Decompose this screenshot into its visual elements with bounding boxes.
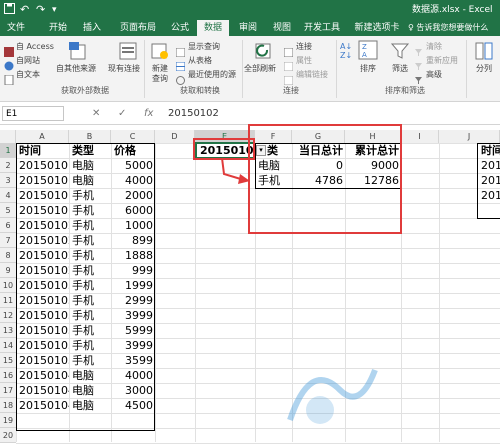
new-query-icon[interactable] bbox=[150, 41, 170, 65]
tab-developer[interactable]: 开发工具 bbox=[302, 20, 342, 36]
connections-button[interactable]: 连接 bbox=[296, 42, 312, 52]
row-header[interactable]: 20 bbox=[0, 428, 16, 443]
text-to-columns-icon[interactable] bbox=[474, 41, 494, 65]
tab-home[interactable]: 开始 bbox=[44, 20, 72, 36]
ribbon-separator bbox=[336, 40, 337, 98]
row-header[interactable]: 12 bbox=[0, 308, 16, 323]
text-to-columns-button[interactable]: 分列 bbox=[476, 64, 492, 74]
row-header[interactable]: 14 bbox=[0, 338, 16, 353]
customize-qa-icon[interactable]: ▾ bbox=[52, 3, 57, 17]
text-icon[interactable] bbox=[4, 70, 14, 89]
tab-file[interactable]: 文件 bbox=[2, 20, 30, 36]
j-table-border bbox=[477, 143, 500, 219]
tab-insert[interactable]: 插入 bbox=[78, 20, 106, 36]
row-header[interactable]: 10 bbox=[0, 278, 16, 293]
svg-text:Z: Z bbox=[362, 43, 367, 51]
from-access-button[interactable]: 自 Access bbox=[16, 42, 54, 52]
group-sort-filter: 排序和筛选 bbox=[385, 86, 425, 95]
formula-input[interactable]: 20150102 bbox=[168, 107, 219, 121]
group-get-external-data: 获取外部数据 bbox=[61, 86, 109, 95]
undo-icon[interactable]: ↶ bbox=[20, 3, 29, 17]
red-arrow-icon bbox=[221, 157, 250, 184]
column-header-i[interactable]: I bbox=[401, 130, 439, 143]
properties-button[interactable]: 属性 bbox=[296, 56, 312, 66]
redo-icon[interactable]: ↷ bbox=[36, 3, 45, 17]
row-header[interactable]: 2 bbox=[0, 158, 16, 173]
enter-icon[interactable]: ✓ bbox=[118, 107, 126, 121]
filter-button[interactable]: 筛选 bbox=[392, 64, 408, 74]
select-all-corner[interactable] bbox=[0, 130, 16, 143]
ribbon-separator bbox=[144, 40, 145, 98]
edit-links-button[interactable]: 编辑链接 bbox=[296, 70, 328, 80]
row-header[interactable]: 5 bbox=[0, 203, 16, 218]
refresh-all-button[interactable]: 全部刷新 bbox=[244, 64, 276, 74]
fx-icon[interactable]: fx bbox=[144, 107, 153, 121]
row-header[interactable]: 18 bbox=[0, 398, 16, 413]
new-query-button-line2[interactable]: 查询 bbox=[152, 74, 168, 84]
column-header-j[interactable]: J bbox=[439, 130, 500, 143]
window-title: 数据源.xlsx - Excel bbox=[412, 5, 493, 15]
tab-review[interactable]: 审阅 bbox=[234, 20, 262, 36]
row-header[interactable]: 11 bbox=[0, 293, 16, 308]
red-highlight-summary bbox=[248, 124, 402, 234]
row-header[interactable]: 15 bbox=[0, 353, 16, 368]
column-header-d[interactable]: D bbox=[155, 130, 195, 143]
row-header[interactable]: 8 bbox=[0, 248, 16, 263]
row-header[interactable]: 17 bbox=[0, 383, 16, 398]
tab-view[interactable]: 视图 bbox=[268, 20, 296, 36]
cancel-icon[interactable]: ✕ bbox=[92, 107, 100, 121]
ribbon-tabs: 文件 开始 插入 页面布局 公式 数据 审阅 视图 开发工具 新建选项卡 ♀ 告… bbox=[0, 20, 500, 36]
row-header[interactable]: 7 bbox=[0, 233, 16, 248]
row-header[interactable]: 3 bbox=[0, 173, 16, 188]
advanced-button[interactable]: 高级 bbox=[426, 70, 442, 80]
name-box[interactable]: E1 bbox=[2, 106, 64, 121]
show-queries-button[interactable]: 显示查询 bbox=[188, 42, 220, 52]
ribbon-separator bbox=[242, 40, 243, 98]
from-table-button[interactable]: 从表格 bbox=[188, 56, 212, 66]
group-connections: 连接 bbox=[283, 86, 299, 95]
tab-page-layout[interactable]: 页面布局 bbox=[114, 20, 162, 36]
filter-dropdown-button[interactable]: ▾ bbox=[256, 145, 266, 156]
clear-button[interactable]: 清除 bbox=[426, 42, 442, 52]
row-header[interactable]: 19 bbox=[0, 413, 16, 428]
tell-me-box[interactable]: ♀ 告诉我您想要做什么 bbox=[408, 20, 488, 36]
reapply-button[interactable]: 重新应用 bbox=[426, 56, 458, 66]
from-web-button[interactable]: 自网站 bbox=[16, 56, 40, 66]
ribbon-separator bbox=[466, 40, 467, 98]
svg-text:A: A bbox=[362, 51, 367, 59]
tab-new[interactable]: 新建选项卡 bbox=[352, 20, 402, 36]
row-header[interactable]: 9 bbox=[0, 263, 16, 278]
formula-bar: E1 ✕ ✓ fx 20150102 bbox=[0, 103, 500, 125]
recent-sources-button[interactable]: 最近使用的源 bbox=[188, 70, 236, 80]
column-header-a[interactable]: A bbox=[16, 130, 69, 143]
tab-formulas[interactable]: 公式 bbox=[166, 20, 194, 36]
column-header-b[interactable]: B bbox=[69, 130, 111, 143]
save-icon[interactable] bbox=[4, 3, 15, 18]
row-header[interactable]: 13 bbox=[0, 323, 16, 338]
tab-data[interactable]: 数据 bbox=[197, 20, 229, 36]
other-sources-icon[interactable] bbox=[68, 41, 88, 65]
sort-icon[interactable]: ZA bbox=[358, 40, 378, 64]
column-header-c[interactable]: C bbox=[111, 130, 155, 143]
filter-icon[interactable] bbox=[390, 41, 410, 65]
new-query-button[interactable]: 新建 bbox=[152, 64, 168, 74]
title-bar: ↶ ↷ ▾ 数据源.xlsx - Excel bbox=[0, 0, 500, 20]
watermark-logo bbox=[287, 368, 378, 424]
from-other-sources-button[interactable]: 自其他来源 bbox=[56, 64, 96, 74]
sort-az-icon[interactable]: A↓ Z↓ bbox=[340, 42, 352, 60]
existing-connections-button[interactable]: 现有连接 bbox=[108, 64, 140, 74]
row-header[interactable]: 6 bbox=[0, 218, 16, 233]
refresh-all-icon[interactable] bbox=[254, 41, 274, 65]
row-header[interactable]: 1 bbox=[0, 143, 16, 158]
row-header[interactable]: 4 bbox=[0, 188, 16, 203]
row-header[interactable]: 16 bbox=[0, 368, 16, 383]
from-text-button[interactable]: 自文本 bbox=[16, 70, 40, 80]
sort-button[interactable]: 排序 bbox=[360, 64, 376, 74]
existing-connections-icon[interactable] bbox=[118, 41, 138, 65]
group-get-transform: 获取和转换 bbox=[180, 86, 220, 95]
source-table-border bbox=[16, 143, 155, 431]
